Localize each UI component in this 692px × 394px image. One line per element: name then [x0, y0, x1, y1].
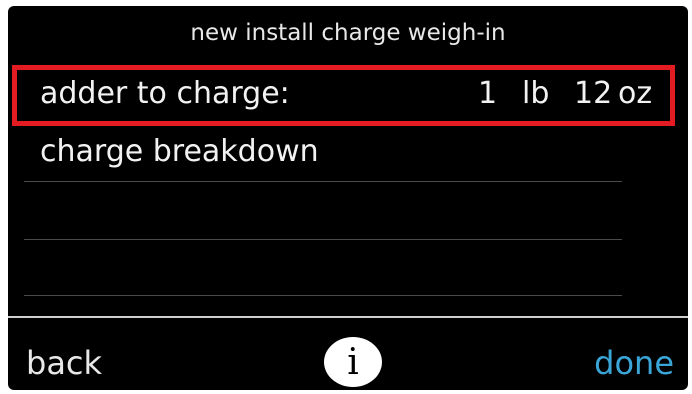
selection-highlight-box [12, 65, 675, 126]
page-title: new install charge weigh-in [190, 20, 506, 46]
empty-row [22, 182, 622, 240]
charge-breakdown-label: charge breakdown [40, 134, 319, 169]
charge-breakdown-row[interactable]: charge breakdown [22, 124, 622, 182]
info-icon[interactable]: i [324, 337, 382, 387]
empty-row [22, 238, 622, 296]
thermostat-screen: new install charge weigh-in adder to cha… [8, 6, 688, 390]
done-button[interactable]: done [594, 344, 674, 382]
back-button[interactable]: back [26, 344, 102, 382]
footer-divider [8, 316, 688, 318]
row-divider [24, 295, 622, 296]
